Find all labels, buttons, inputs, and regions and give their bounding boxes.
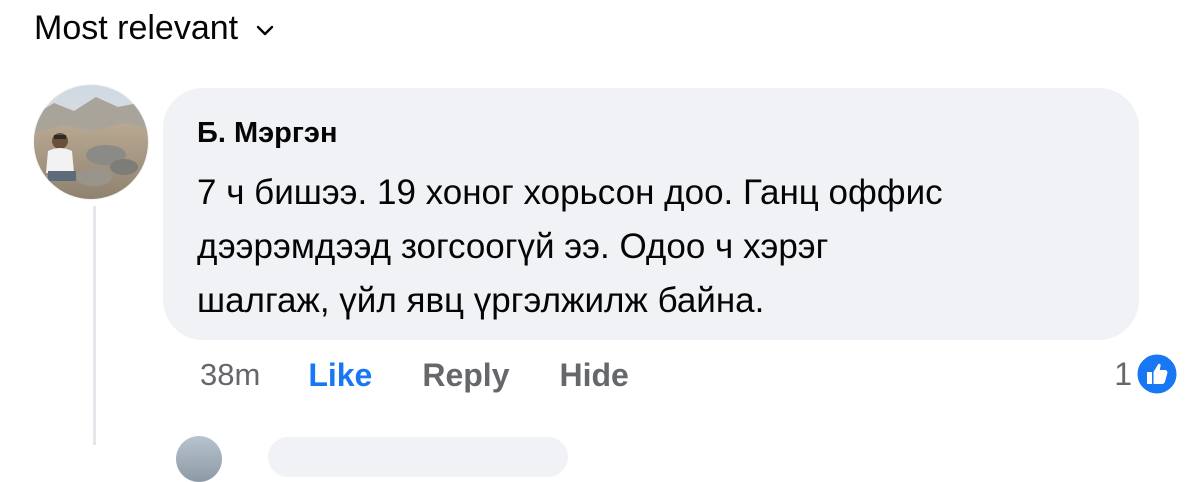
- comment-text-line: шалгаж, үйл явц үргэлжилж байна.: [197, 281, 765, 320]
- sort-dropdown[interactable]: Most relevant: [34, 6, 276, 50]
- chevron-down-icon: [256, 25, 274, 36]
- avatar[interactable]: [34, 85, 148, 199]
- like-button[interactable]: Like: [308, 357, 372, 394]
- comment-timestamp[interactable]: 38m: [200, 357, 260, 393]
- comment-author[interactable]: Б. Мэргэн: [197, 116, 1105, 150]
- comment-actions: 38m Like Reply Hide: [200, 355, 679, 395]
- hide-button[interactable]: Hide: [559, 357, 628, 394]
- comment-text-line: дээрэмдээд зогсоогүй ээ. Одоо ч хэрэг: [197, 227, 829, 266]
- reaction-summary[interactable]: 1: [1114, 351, 1180, 397]
- sort-label: Most relevant: [34, 8, 239, 47]
- reply-button[interactable]: Reply: [422, 357, 509, 394]
- thread-line: [93, 206, 96, 445]
- comment-bubble: Б. Мэргэн 7 ч бишээ. 19 хоног хорьсон до…: [163, 88, 1139, 340]
- next-comment-bubble: [268, 437, 568, 477]
- next-comment-avatar[interactable]: [176, 436, 222, 482]
- comment-text: 7 ч бишээ. 19 хоног хорьсон доо. Ганц оф…: [197, 166, 1105, 328]
- like-reaction-icon: [1134, 351, 1180, 397]
- reaction-count: 1: [1114, 355, 1132, 392]
- comment-text-line: 7 ч бишээ. 19 хоног хорьсон доо. Ганц оф…: [197, 173, 943, 212]
